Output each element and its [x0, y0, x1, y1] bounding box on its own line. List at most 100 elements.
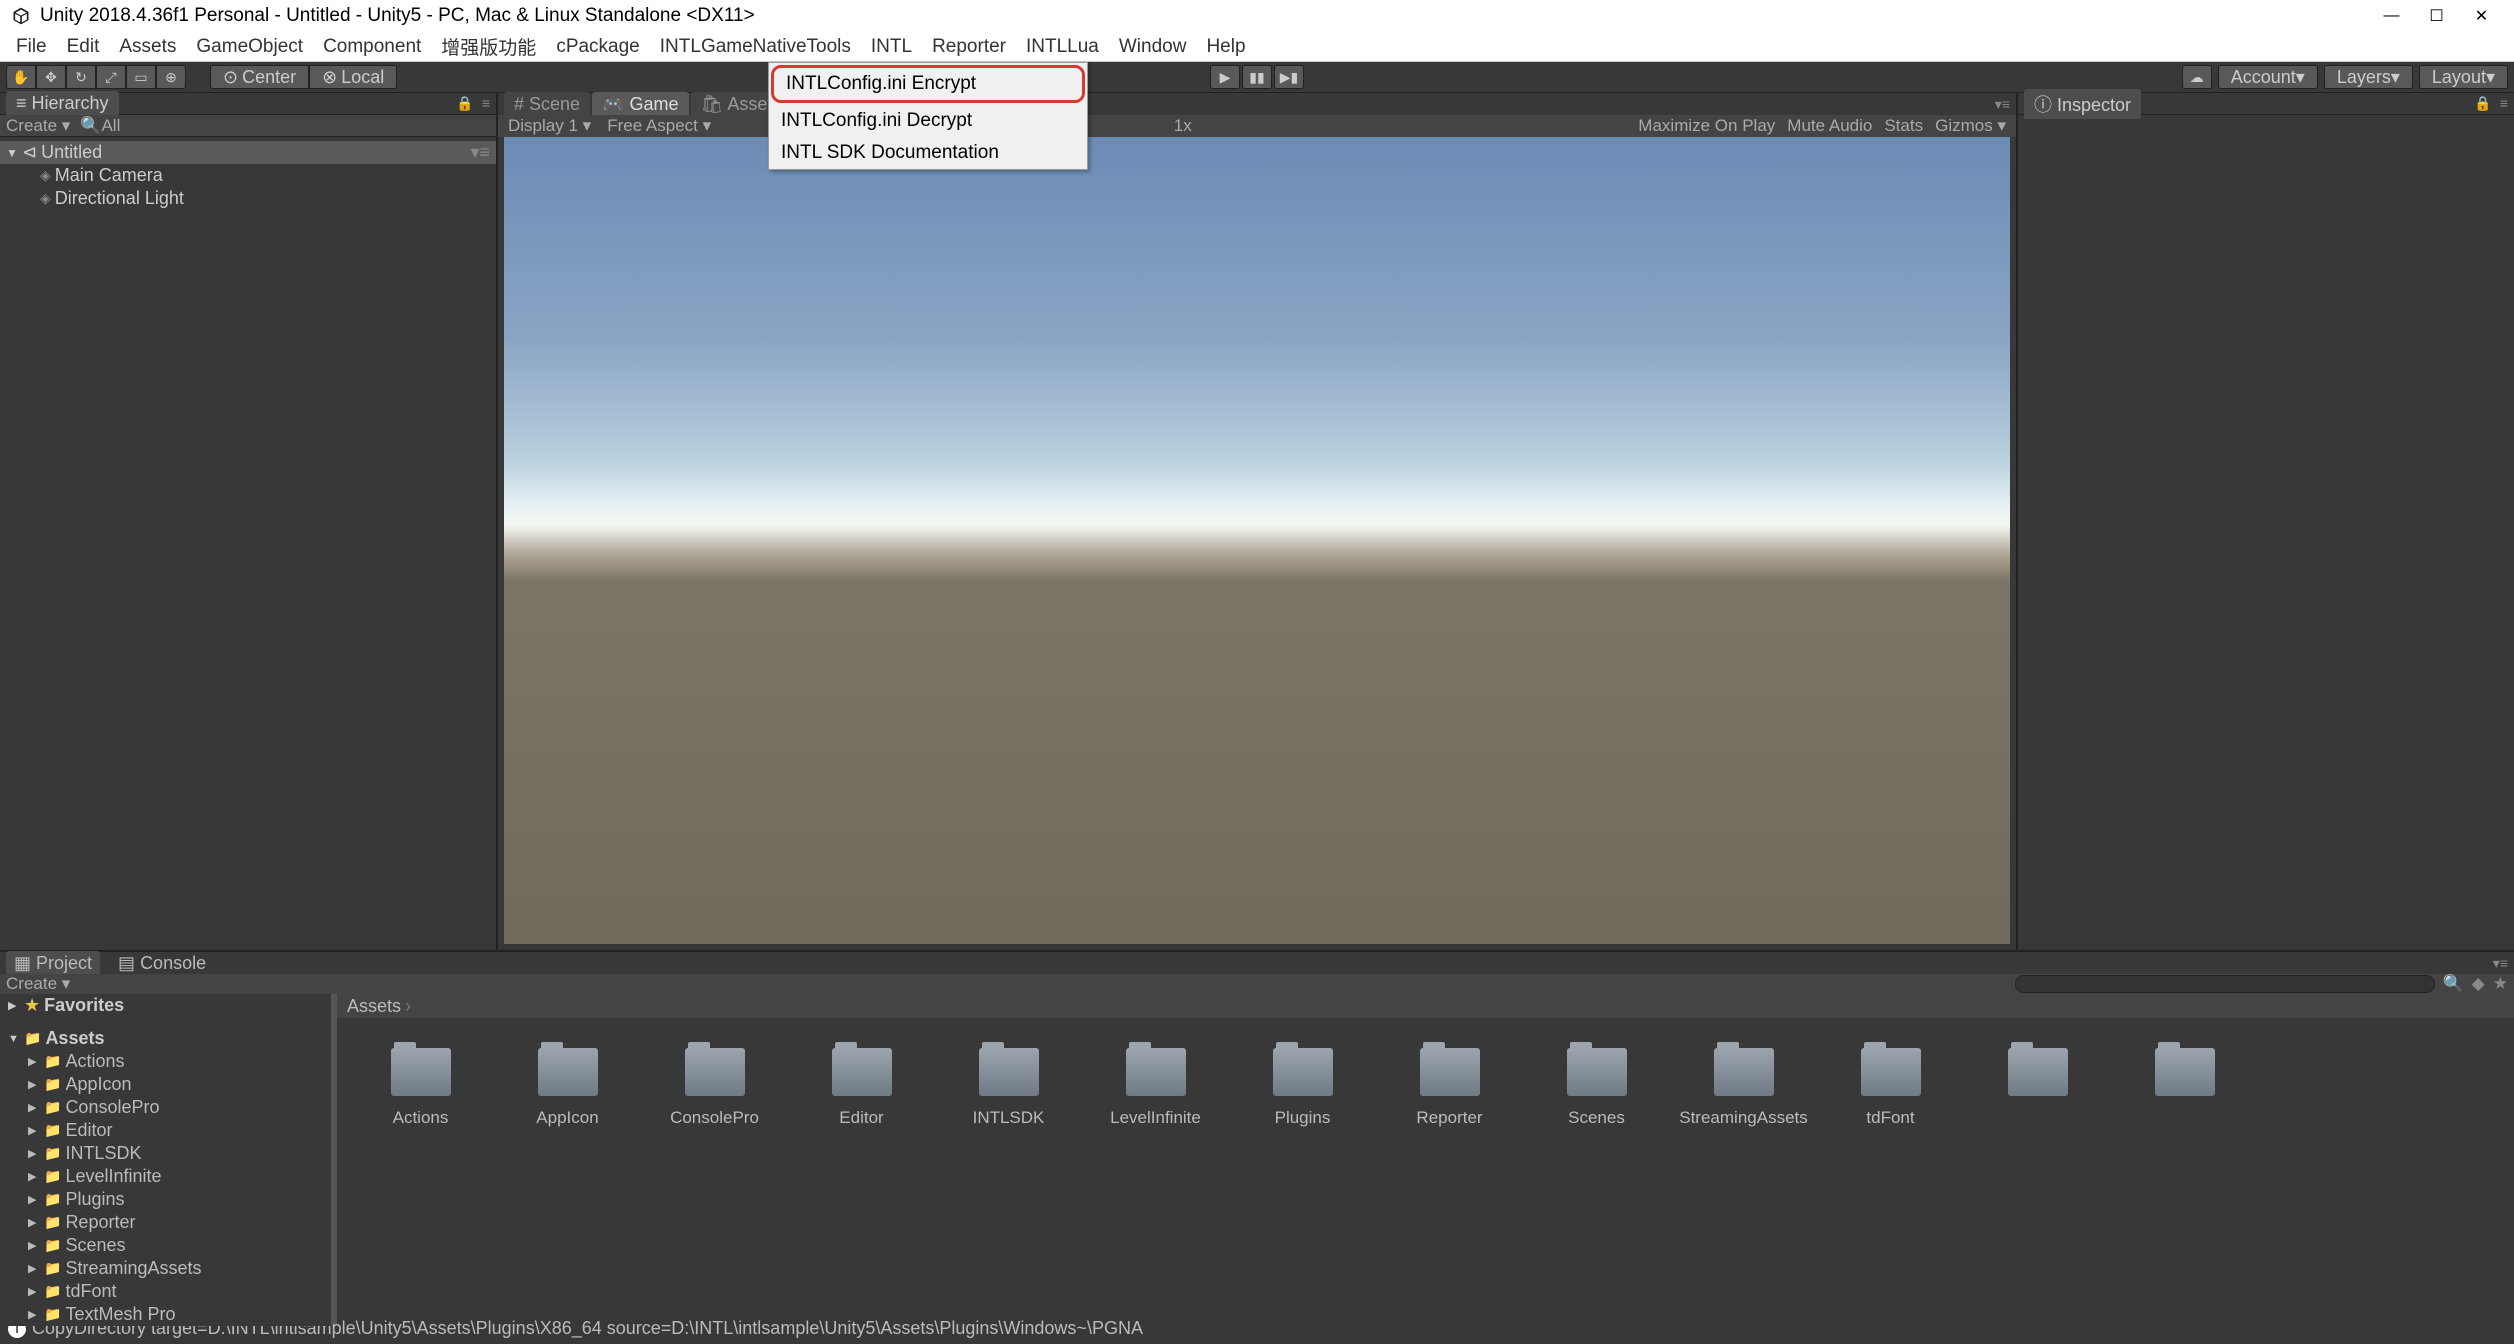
maximize-button[interactable]: ☐ — [2414, 0, 2459, 32]
folder-icon — [1420, 1048, 1480, 1096]
project-tree-item[interactable]: ▶📁ConsolePro — [0, 1096, 331, 1119]
project-tree-item[interactable]: ▶📁Editor — [0, 1119, 331, 1142]
folder-item[interactable]: tdFont — [1837, 1048, 1944, 1128]
hierarchy-item-light[interactable]: ◈Directional Light — [0, 187, 496, 210]
game-tab[interactable]: 🎮 Game — [592, 92, 688, 117]
folder-item[interactable]: Editor — [808, 1048, 915, 1128]
mute-audio-toggle[interactable]: Mute Audio — [1787, 116, 1872, 136]
space-toggle-button[interactable]: ⊗Local — [309, 65, 397, 89]
layers-dropdown[interactable]: Layers ▾ — [2324, 65, 2413, 89]
folder-icon — [391, 1048, 451, 1096]
layout-dropdown[interactable]: Layout ▾ — [2419, 65, 2508, 89]
pivot-toggle-button[interactable]: ⊙Center — [210, 65, 309, 89]
folder-item[interactable] — [2131, 1048, 2238, 1128]
project-tab[interactable]: ▦ Project — [6, 951, 100, 976]
pause-button[interactable]: ▮▮ — [1242, 65, 1272, 89]
folder-icon — [1126, 1048, 1186, 1096]
panel-menu-icon[interactable]: ≡ — [2500, 95, 2508, 112]
project-tree-item[interactable]: ▶📁TextMesh Pro — [0, 1303, 331, 1326]
scene-tab[interactable]: # Scene — [504, 92, 590, 117]
panel-menu-icon[interactable]: ≡ — [482, 95, 490, 112]
folder-item[interactable]: AppIcon — [514, 1048, 621, 1128]
menu-edit[interactable]: Edit — [57, 32, 110, 62]
panel-lock-icon[interactable]: 🔒 — [456, 95, 473, 112]
inspector-tab[interactable]: ⓘ Inspector — [2024, 89, 2141, 119]
menu-gameobject[interactable]: GameObject — [186, 32, 313, 62]
folder-item[interactable]: LevelInfinite — [1102, 1048, 1209, 1128]
menu-enhanced[interactable]: 增强版功能 — [431, 29, 546, 64]
folder-item[interactable]: StreamingAssets — [1690, 1048, 1797, 1128]
rotate-tool-button[interactable]: ↻ — [66, 65, 96, 89]
hierarchy-search[interactable]: 🔍All — [80, 116, 120, 136]
project-breadcrumb[interactable]: Assets › — [337, 994, 2514, 1018]
menu-component[interactable]: Component — [313, 32, 431, 62]
folder-item[interactable]: Actions — [367, 1048, 474, 1128]
menu-item-encrypt[interactable]: INTLConfig.ini Encrypt — [771, 65, 1085, 103]
assets-root[interactable]: ▼📁Assets — [0, 1027, 331, 1050]
folder-icon — [1714, 1048, 1774, 1096]
account-dropdown[interactable]: Account ▾ — [2218, 65, 2318, 89]
folder-label: Actions — [393, 1108, 449, 1128]
gizmos-dropdown[interactable]: Gizmos ▾ — [1935, 116, 2006, 136]
search-favorite-icon[interactable]: ★ — [2493, 974, 2508, 994]
panel-menu-icon[interactable]: ▾≡ — [2493, 955, 2508, 972]
menu-reporter[interactable]: Reporter — [922, 32, 1016, 62]
menu-help[interactable]: Help — [1196, 32, 1255, 62]
menu-window[interactable]: Window — [1109, 32, 1197, 62]
folder-item[interactable]: ConsolePro — [661, 1048, 768, 1128]
project-tree-item[interactable]: ▶📁INTLSDK — [0, 1142, 331, 1165]
menu-cpackage[interactable]: cPackage — [546, 32, 649, 62]
project-tree-item[interactable]: ▶📁Actions — [0, 1050, 331, 1073]
project-tree-item[interactable]: ▶📁AppIcon — [0, 1073, 331, 1096]
minimize-button[interactable]: — — [2369, 0, 2414, 32]
menu-intllua[interactable]: INTLLua — [1016, 32, 1109, 62]
hierarchy-item-camera[interactable]: ◈Main Camera — [0, 164, 496, 187]
collab-button[interactable]: ☁ — [2182, 65, 2212, 89]
favorites-root[interactable]: ▶★Favorites — [0, 994, 331, 1017]
hand-tool-button[interactable]: ✋ — [6, 65, 36, 89]
hierarchy-create-dropdown[interactable]: Create ▾ — [6, 116, 70, 136]
menu-intlgamenativetools[interactable]: INTLGameNativeTools — [650, 32, 861, 62]
project-tree-item[interactable]: ▶📁LevelInfinite — [0, 1165, 331, 1188]
menu-file[interactable]: File — [6, 32, 57, 62]
maximize-on-play-toggle[interactable]: Maximize On Play — [1638, 116, 1775, 136]
folder-item[interactable]: Scenes — [1543, 1048, 1650, 1128]
menu-intl[interactable]: INTL — [861, 32, 922, 62]
folder-item[interactable]: Reporter — [1396, 1048, 1503, 1128]
aspect-dropdown[interactable]: Free Aspect ▾ — [607, 116, 711, 136]
project-tree-item[interactable]: ▶📁StreamingAssets — [0, 1257, 331, 1280]
play-button[interactable]: ▶ — [1210, 65, 1240, 89]
folder-icon — [832, 1048, 892, 1096]
folder-icon — [1273, 1048, 1333, 1096]
step-button[interactable]: ▶▮ — [1274, 65, 1304, 89]
panel-menu-icon[interactable]: ▾≡ — [1995, 96, 2010, 113]
display-dropdown[interactable]: Display 1 ▾ — [508, 116, 591, 136]
stats-toggle[interactable]: Stats — [1884, 116, 1923, 136]
close-button[interactable]: ✕ — [2459, 0, 2504, 32]
hierarchy-panel: ≡ Hierarchy 🔒 ≡ Create ▾ 🔍All ▼⊲ Untitled… — [0, 93, 498, 950]
game-render-view[interactable] — [504, 137, 2010, 944]
hierarchy-tab[interactable]: ≡ Hierarchy — [6, 91, 119, 116]
move-tool-button[interactable]: ✥ — [36, 65, 66, 89]
folder-item[interactable] — [1984, 1048, 2091, 1128]
project-tree-item[interactable]: ▶📁Plugins — [0, 1188, 331, 1211]
scale-tool-button[interactable]: ⤢ — [96, 65, 126, 89]
rect-tool-button[interactable]: ▭ — [126, 65, 156, 89]
project-search-input[interactable] — [2015, 975, 2435, 993]
panel-lock-icon[interactable]: 🔒 — [2474, 95, 2491, 112]
transform-tool-button[interactable]: ⊕ — [156, 65, 186, 89]
project-create-dropdown[interactable]: Create ▾ — [6, 974, 70, 994]
menu-assets[interactable]: Assets — [109, 32, 186, 62]
project-tree-item[interactable]: ▶📁Scenes — [0, 1234, 331, 1257]
folder-label: StreamingAssets — [1679, 1108, 1808, 1128]
menu-item-decrypt[interactable]: INTLConfig.ini Decrypt — [769, 105, 1087, 137]
folder-item[interactable]: Plugins — [1249, 1048, 1356, 1128]
project-tree-item[interactable]: ▶📁Reporter — [0, 1211, 331, 1234]
console-tab[interactable]: ▤ Console — [110, 951, 214, 976]
search-by-type-icon[interactable]: ◆ — [2472, 974, 2485, 994]
folder-item[interactable]: INTLSDK — [955, 1048, 1062, 1128]
search-filter-icon[interactable]: 🔍 — [2443, 974, 2464, 994]
scene-root-item[interactable]: ▼⊲ Untitled▾≡ — [0, 141, 496, 164]
project-tree-item[interactable]: ▶📁tdFont — [0, 1280, 331, 1303]
menu-item-documentation[interactable]: INTL SDK Documentation — [769, 137, 1087, 169]
